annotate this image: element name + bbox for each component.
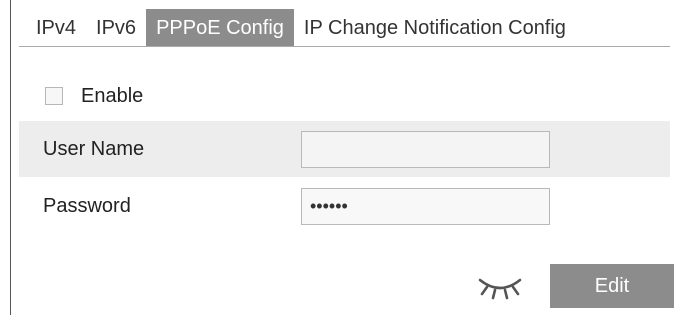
enable-checkbox[interactable] <box>45 87 63 105</box>
enable-row: Enable <box>19 71 670 121</box>
password-row: Password <box>19 180 670 232</box>
tab-bar: IPv4 IPv6 PPPoE Config IP Change Notific… <box>18 9 670 47</box>
edit-button[interactable]: Edit <box>550 264 674 308</box>
tab-divider <box>19 46 670 47</box>
tab-ipv6[interactable]: IPv6 <box>86 9 146 47</box>
password-label: Password <box>43 194 131 217</box>
username-row: User Name <box>19 121 670 177</box>
eye-closed-icon[interactable] <box>476 272 524 302</box>
tab-pppoe-config[interactable]: PPPoE Config <box>146 9 294 47</box>
tab-ipv4[interactable]: IPv4 <box>18 9 86 47</box>
username-label: User Name <box>43 137 145 160</box>
password-input[interactable] <box>301 187 550 225</box>
tab-ip-change-notification-config[interactable]: IP Change Notification Config <box>294 9 576 47</box>
panel-left-border <box>10 0 11 315</box>
enable-label: Enable <box>81 84 144 107</box>
username-input[interactable] <box>301 130 550 168</box>
